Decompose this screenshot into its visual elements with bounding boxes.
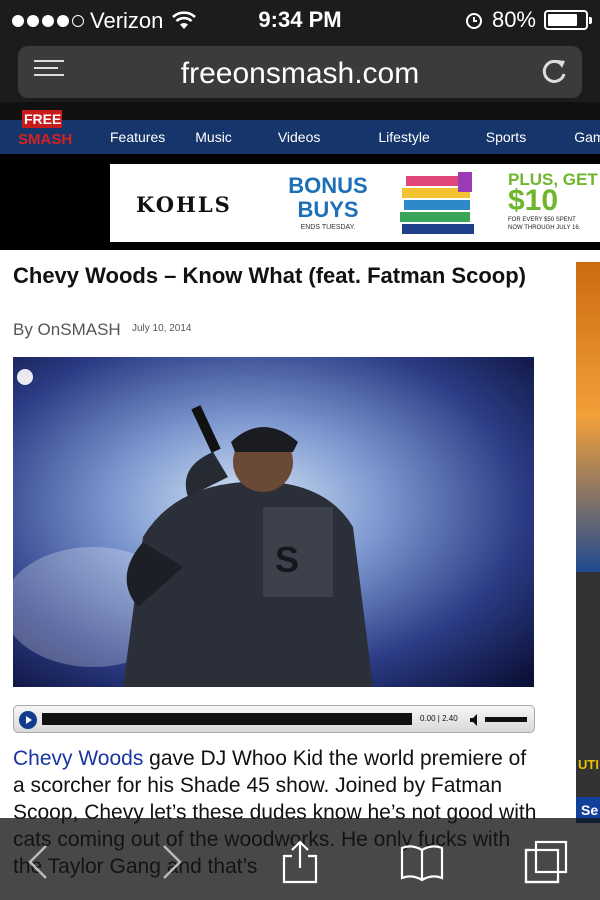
nav-items: Features Music Videos Lifestyle Sports Gaming [110, 120, 600, 154]
tabs-icon[interactable] [524, 840, 568, 884]
battery-icon [544, 10, 592, 30]
volume-icon[interactable] [469, 713, 481, 727]
ad-brand: KOHLS [136, 192, 232, 217]
site-logo[interactable]: FREE SMASH [16, 106, 90, 150]
ad-promo-fineprint: FOR EVERY $50 SPENT NOW THROUGH JULY 16. [508, 216, 600, 232]
audio-time: 0.00 | 2.40 [420, 714, 458, 723]
ad-promo-4: NOW THROUGH JULY 16. [508, 225, 581, 231]
svg-text:FREE: FREE [24, 111, 61, 127]
play-button[interactable] [19, 711, 37, 729]
forward-icon[interactable] [148, 840, 192, 884]
nav-item-gaming[interactable]: Gaming [574, 129, 600, 145]
status-right: 80% [464, 7, 592, 33]
nav-item-sports[interactable]: Sports [486, 129, 526, 145]
article-photo[interactable]: S [13, 357, 534, 687]
ad-headline-line-1: BONUS [288, 173, 368, 198]
ad-strip: KOHLS BONUS BUYS ENDS TUESDAY. PLUS, GET… [0, 154, 600, 250]
article-title: Chevy Woods – Know What (feat. Fatman Sc… [13, 263, 526, 288]
sidebar-label: UTI [578, 757, 599, 772]
svg-text:S: S [275, 539, 299, 580]
url-text[interactable]: freeonsmash.com [18, 57, 582, 91]
ad-headline-line-2: BUYS [297, 197, 359, 222]
battery-level [548, 14, 577, 26]
sidebar-ad[interactable]: UTI [576, 262, 600, 822]
sidebar-image [576, 262, 600, 572]
artist-link[interactable]: Chevy Woods [13, 747, 143, 770]
bookmarks-icon[interactable] [400, 840, 444, 884]
status-bar: Verizon 9:34 PM 80% [0, 0, 600, 40]
nav-item-videos[interactable]: Videos [278, 129, 321, 145]
ad-promo-3: FOR EVERY $50 SPENT [508, 217, 576, 223]
audio-player: 0.00 | 2.40 [13, 705, 535, 733]
alarm-icon [465, 13, 482, 29]
back-icon[interactable] [18, 840, 62, 884]
browser-toolbar [0, 818, 600, 900]
browser-address-bar: freeonsmash.com [0, 40, 600, 102]
ad-headline: BONUS BUYS [276, 174, 380, 222]
ad-promo-2: $10 [508, 184, 559, 217]
nav-item-features[interactable]: Features [110, 129, 165, 145]
volume-slider[interactable] [485, 717, 527, 722]
article: Chevy Woods – Know What (feat. Fatman Sc… [0, 250, 560, 900]
nav-item-lifestyle[interactable]: Lifestyle [378, 129, 429, 145]
url-field[interactable]: freeonsmash.com [18, 46, 582, 98]
share-icon[interactable] [278, 840, 322, 884]
logo-text: SMASH [18, 131, 72, 148]
nav-item-music[interactable]: Music [195, 129, 232, 145]
article-date: July 10, 2014 [132, 323, 192, 334]
kohls-ad-banner[interactable]: KOHLS BONUS BUYS ENDS TUESDAY. PLUS, GET… [110, 164, 600, 242]
article-byline[interactable]: By OnSMASH [13, 320, 121, 340]
ad-ends: ENDS TUESDAY. [300, 224, 356, 231]
towel-stack-image [400, 172, 474, 234]
site-nav: Features Music Videos Lifestyle Sports Gaming [0, 120, 600, 154]
battery-percent: 80% [491, 7, 536, 32]
audio-progress-track[interactable] [42, 713, 412, 725]
reload-icon[interactable] [538, 56, 570, 88]
